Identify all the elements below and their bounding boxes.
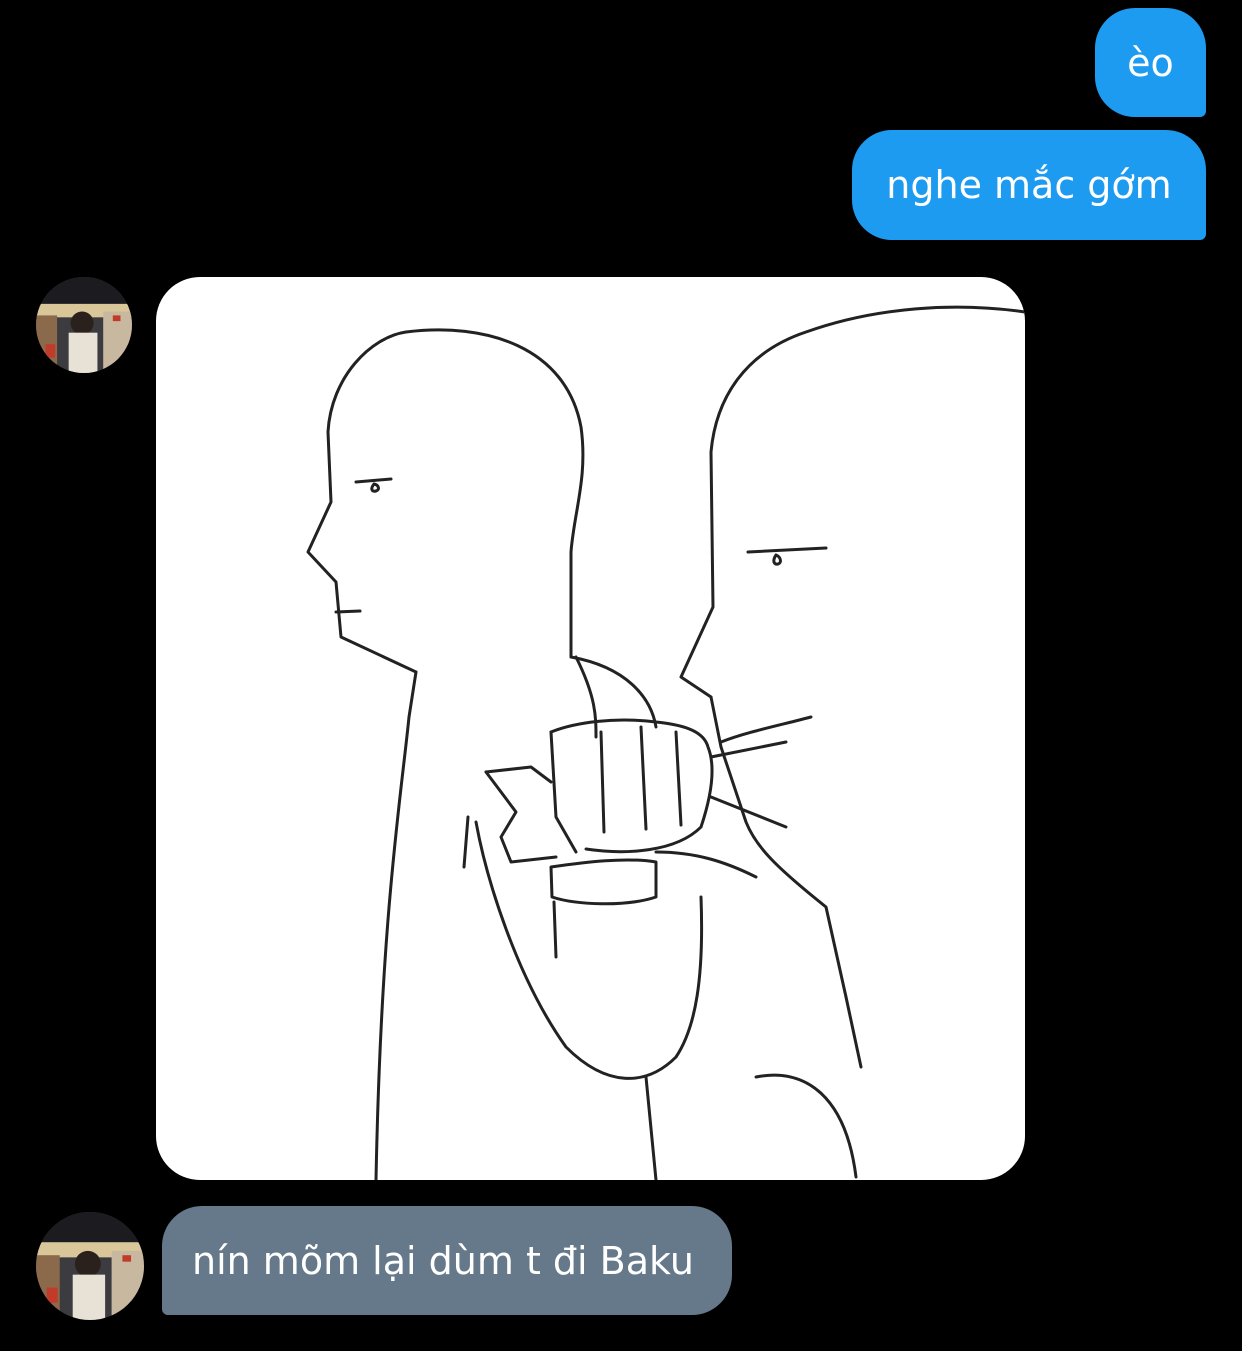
avatar-photo-icon [36,277,132,373]
avatar-photo-icon [36,1212,144,1320]
outgoing-message-bubble[interactable]: èo [1095,8,1206,117]
message-text: èo [1127,40,1174,85]
sender-avatar[interactable] [36,277,132,373]
punch-meme-drawing-icon [306,305,1025,1180]
shared-image[interactable] [156,277,1025,1180]
message-text: nín mõm lại dùm t đi Baku [192,1238,694,1283]
sender-avatar[interactable] [36,1212,144,1320]
message-text: nghe mắc gớm [886,163,1172,207]
outgoing-message-bubble[interactable]: nghe mắc gớm [852,130,1206,240]
incoming-message-bubble[interactable]: nín mõm lại dùm t đi Baku [162,1206,732,1315]
dm-conversation: èo nghe mắc gớm nín mõm lại dùm t đi Bak… [0,0,1242,1351]
